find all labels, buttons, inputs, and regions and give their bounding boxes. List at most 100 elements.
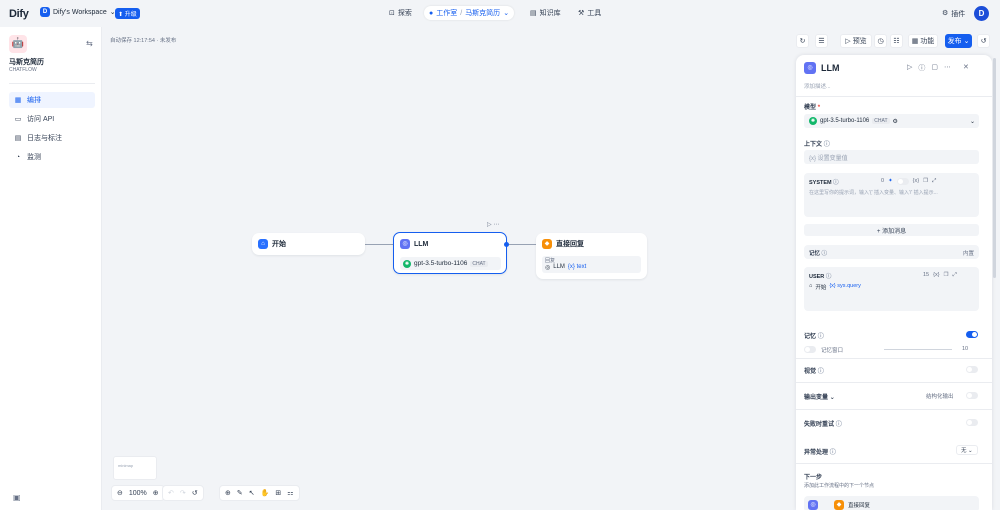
copy-icon[interactable]: ❐ <box>944 272 949 279</box>
divider <box>796 382 992 383</box>
description-input[interactable]: 添加描述... <box>804 82 831 90</box>
edge-llm-answer <box>507 244 536 245</box>
model-label: 模型 * <box>804 105 821 111</box>
hammer-icon: ⚒ <box>578 10 585 17</box>
version-history-button[interactable]: ↺ <box>977 34 990 48</box>
nav-tools[interactable]: ⚒ 工具 <box>573 6 606 20</box>
retry-toggle[interactable] <box>966 419 978 426</box>
context-variable-input[interactable]: {x} 设置变量值 <box>804 150 979 164</box>
clock-icon: ◷ <box>877 38 884 45</box>
pointer-icon[interactable]: ↖ <box>249 489 255 497</box>
add-message-button[interactable]: + 添加消息 <box>804 224 979 236</box>
next-node-chip[interactable]: ◎ ◆ 直接回复 <box>804 496 979 510</box>
context-label: 上下文 ⓘ <box>804 142 830 148</box>
zoom-level[interactable]: 100% <box>129 490 147 497</box>
compass-icon: ⊡ <box>389 10 395 17</box>
add-block-icon[interactable]: ⊕ <box>225 489 231 497</box>
layout-icon[interactable]: ⚏ <box>287 489 293 497</box>
node-actions[interactable]: ▷ ⋯ <box>487 221 499 228</box>
play-icon[interactable]: ▷ <box>907 63 912 73</box>
avatar[interactable]: D <box>974 6 989 21</box>
minimap[interactable]: minimap <box>113 456 157 480</box>
sidebar-item-orchestrate[interactable]: ▦ 编排 <box>9 92 95 108</box>
workspace-selector[interactable]: D Dify's Workspace ⌄ <box>40 7 116 17</box>
settings-icon[interactable]: ⚙ <box>893 118 898 125</box>
info-icon[interactable]: ⓘ <box>918 63 925 73</box>
memory-builtin: 内置 <box>962 251 974 257</box>
home-icon: ⌂ <box>809 283 813 289</box>
history-icon: ↺ <box>980 38 987 45</box>
model-selector[interactable]: ✺ gpt-3.5-turbo-1106 CHAT ⚙ ⌄ <box>804 114 979 128</box>
home-icon: ⌂ <box>258 239 268 249</box>
expand-icon[interactable]: ⤢ <box>932 178 936 185</box>
more-icon[interactable]: ⋯ <box>944 63 951 73</box>
copy-icon[interactable]: ❐ <box>923 178 928 185</box>
panel-scrollbar[interactable] <box>993 58 996 278</box>
node-start[interactable]: ⌂ 开始 <box>252 233 365 255</box>
hand-icon[interactable]: ✋ <box>261 489 270 497</box>
next-step-desc: 添加此工作流程中的下一个节点 <box>804 483 875 489</box>
chevron-down-icon: ⌄ <box>829 395 835 401</box>
system-prompt-placeholder[interactable]: 在这里写你的提示词，输入'{' 插入变量、输入'/' 插入提示... <box>809 189 974 196</box>
zoom-out-icon[interactable]: ⊖ <box>117 489 123 497</box>
structured-output-toggle[interactable] <box>966 392 978 399</box>
preview-button[interactable]: ▷ 预览 <box>840 34 872 48</box>
memory-window-value[interactable]: 10 <box>962 346 968 352</box>
node-llm[interactable]: ◎ LLM ✺ gpt-3.5-turbo-1106 CHAT <box>393 232 507 274</box>
memory-window-slider[interactable] <box>884 349 952 350</box>
node-model-chip: ✺ gpt-3.5-turbo-1106 CHAT <box>400 257 501 270</box>
system-prompt-box[interactable]: SYSTEM ⓘ 0 ✦ {x} ❐ ⤢ 在这里写你的提示词，输入'{' 插入变… <box>804 173 979 217</box>
note-icon[interactable]: ✎ <box>237 489 243 497</box>
nav-knowledge[interactable]: ▤ 知识库 <box>525 6 566 20</box>
expand-icon[interactable]: ⤢ <box>953 272 957 279</box>
user-prompt-box[interactable]: USER ⓘ 15 {x} ❐ ⤢ ⌂ 开始 {x} sys.query <box>804 267 979 311</box>
redo-icon[interactable]: ↷ <box>180 489 186 497</box>
more-icon[interactable]: ⋯ <box>493 222 499 228</box>
plugins-button[interactable]: ⚙ 插件 <box>942 9 965 19</box>
breadcrumb-app[interactable]: 马斯克简历 <box>465 8 500 18</box>
add-node-handle[interactable] <box>504 242 509 247</box>
organize-icon[interactable]: ⊞ <box>275 489 281 497</box>
publish-button[interactable]: 发布 ⌄ <box>945 34 972 48</box>
help-icon: ⓘ <box>823 142 830 148</box>
nav-studio[interactable]: ● 工作室 / 马斯克简历 ⌄ <box>424 6 515 20</box>
run-history-button[interactable]: ☷ <box>890 34 903 48</box>
checklist-button[interactable]: ◷ <box>874 34 887 48</box>
upgrade-button[interactable]: ⬆ 升级 <box>115 8 140 19</box>
sidebar-item-logs[interactable]: ▤ 日志与标注 <box>9 130 95 146</box>
close-icon[interactable]: ✕ <box>963 63 969 73</box>
user-count: 15 <box>923 272 930 278</box>
vision-toggle[interactable] <box>966 366 978 373</box>
zoom-in-icon[interactable]: ⊕ <box>153 489 159 497</box>
insert-var-button[interactable]: {x} <box>913 178 919 185</box>
sparkle-icon[interactable]: ✦ <box>888 178 893 185</box>
features-button[interactable]: ▦ 功能 <box>908 34 938 48</box>
history-button[interactable]: ↻ <box>796 34 809 48</box>
chevron-down-icon: ⌄ <box>963 38 970 45</box>
sidebar-item-monitor[interactable]: ◔ 监测 <box>9 149 95 165</box>
sidebar-item-label: 访问 API <box>27 116 55 123</box>
collapse-sidebar-icon[interactable]: ▣ <box>13 493 21 502</box>
memory-toggle[interactable] <box>966 331 978 338</box>
history-icon[interactable]: ↺ <box>192 489 198 497</box>
undo-icon[interactable]: ↶ <box>168 489 174 497</box>
sidebar-item-label: 日志与标注 <box>27 135 62 142</box>
panel-title[interactable]: LLM <box>821 63 840 73</box>
node-answer[interactable]: ◆ 直接回复 回复 ◎ LLM {x} text <box>536 233 647 279</box>
play-icon[interactable]: ▷ <box>487 222 492 228</box>
dify-logo[interactable]: Dify <box>9 8 29 20</box>
jinja-toggle[interactable] <box>896 178 909 185</box>
book-icon[interactable]: ▢ <box>931 63 938 73</box>
sidebar-item-label: 监测 <box>27 154 41 161</box>
memory-window-toggle[interactable] <box>804 346 816 353</box>
feature-icon: ▦ <box>911 38 919 45</box>
insert-var-button[interactable]: {x} <box>933 272 939 279</box>
sidebar-item-api[interactable]: ▭ 访问 API <box>9 111 95 127</box>
memory-label: 记忆 ⓘ <box>804 334 824 340</box>
swap-icon[interactable]: ⇆ <box>86 39 93 48</box>
output-vars-label[interactable]: 输出变量 ⌄ <box>804 392 835 401</box>
error-handling-select[interactable]: 无 ⌄ <box>956 445 978 455</box>
nav-explore[interactable]: ⊡ 探索 <box>384 6 417 20</box>
env-button[interactable]: ☰ <box>815 34 828 48</box>
book-icon: ▤ <box>530 10 537 17</box>
